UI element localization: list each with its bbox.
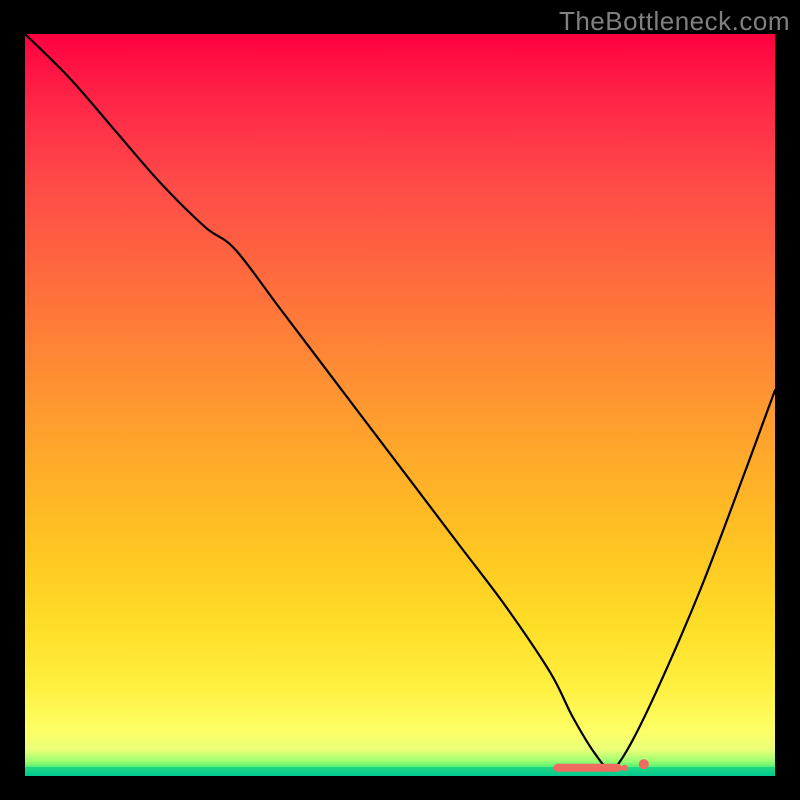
marker-run	[554, 764, 622, 772]
bottleneck-curve	[25, 34, 775, 769]
curve-layer	[25, 34, 775, 776]
plot-area	[25, 34, 775, 776]
watermark-text: TheBottleneck.com	[559, 6, 790, 37]
chart-stage: TheBottleneck.com	[0, 0, 800, 800]
marker-outlier-dot	[639, 759, 649, 769]
marker-dot	[621, 765, 627, 771]
